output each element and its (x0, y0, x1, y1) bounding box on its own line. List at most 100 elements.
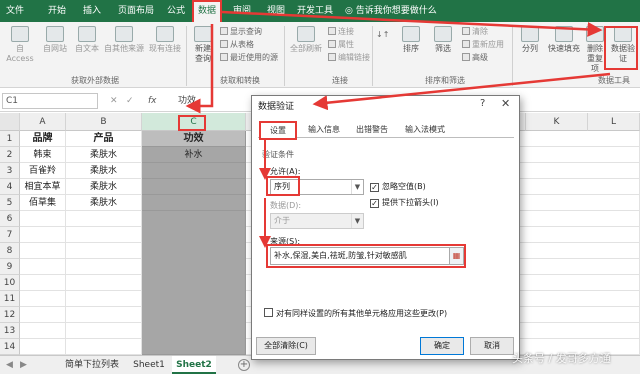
ribbon-tab-bar: 文件 开始 插入 页面布局 公式 数据 审阅 视图 开发工具 ◎ 告诉我你想要做… (0, 0, 640, 22)
select-all-corner[interactable] (0, 113, 20, 131)
from-table-button[interactable]: 从表格 (220, 40, 254, 50)
cell-a4[interactable]: 相宜本草 (20, 179, 66, 195)
cell-a5[interactable]: 佰草集 (20, 195, 66, 211)
column-header-b[interactable]: B (66, 113, 142, 131)
sheet-tab-simple-dropdown[interactable]: 简单下拉列表 (58, 356, 126, 374)
clear-all-button[interactable]: 全部清除(C) (256, 337, 316, 355)
row-header[interactable]: 10 (0, 275, 20, 291)
flash-fill-button[interactable]: 快速填充 (544, 26, 584, 54)
row-header[interactable]: 3 (0, 163, 20, 179)
existing-connections-button[interactable]: 现有连接 (146, 26, 184, 54)
edit-links-button[interactable]: 编辑链接 (328, 53, 370, 63)
cell-b2[interactable]: 柔肤水 (66, 147, 142, 163)
close-icon[interactable]: ✕ (501, 97, 510, 110)
cell-c2[interactable]: 补水 (142, 147, 246, 163)
new-query-button[interactable]: 新建 查询 (190, 26, 216, 64)
column-header-l[interactable]: L (588, 113, 640, 131)
row-header[interactable]: 5 (0, 195, 20, 211)
tab-home[interactable]: 开始 (42, 0, 72, 22)
cancel-button[interactable]: 取消 (470, 337, 514, 355)
tab-file[interactable]: 文件 (0, 0, 30, 22)
empty-cells[interactable] (20, 211, 66, 355)
cell-b5[interactable]: 柔肤水 (66, 195, 142, 211)
tab-error-alert[interactable]: 出错警告 (350, 122, 394, 138)
recent-sources-button[interactable]: 最近使用的源 (220, 53, 278, 63)
tell-me-text: 告诉我你想要做什么 (355, 6, 437, 16)
row-header[interactable]: 4 (0, 179, 20, 195)
row-header[interactable]: 11 (0, 291, 20, 307)
empty-cells[interactable] (66, 211, 142, 355)
column-header-k[interactable]: K (526, 113, 588, 131)
from-other-button[interactable]: 自其他来源 (104, 26, 144, 54)
sort-button[interactable]: 排序 (398, 26, 424, 54)
name-box[interactable]: C1 (2, 93, 98, 109)
formula-input[interactable]: 功效 (178, 93, 196, 109)
add-sheet-button[interactable]: + (238, 359, 250, 371)
from-text-button[interactable]: 自文本 (72, 26, 102, 54)
row-header[interactable]: 1 (0, 131, 20, 147)
row-header[interactable]: 12 (0, 307, 20, 323)
column-c-selection[interactable] (142, 211, 246, 355)
in-cell-dropdown-checkbox[interactable]: ✓ 提供下拉箭头(I) (370, 197, 439, 208)
sheet-tab-sheet2[interactable]: Sheet2 (172, 356, 216, 374)
cell-c5[interactable] (142, 195, 246, 211)
ignore-blank-checkbox[interactable]: ✓ 忽略空值(B) (370, 181, 426, 192)
chevron-down-icon: ▼ (351, 214, 363, 228)
link-icon (328, 27, 336, 35)
group-divider (186, 26, 187, 86)
cell-c1[interactable]: 功效 (142, 131, 246, 147)
cell-a3[interactable]: 百雀羚 (20, 163, 66, 179)
cell-c4[interactable] (142, 179, 246, 195)
tab-formulas[interactable]: 公式 (162, 0, 190, 22)
advanced-filter-button[interactable]: 高级 (462, 53, 488, 63)
properties-icon (328, 40, 336, 48)
column-header-a[interactable]: A (20, 113, 66, 131)
from-web-button[interactable]: 自网站 (40, 26, 70, 54)
row-header[interactable]: 14 (0, 339, 20, 355)
row-header[interactable]: 6 (0, 211, 20, 227)
sheet-tab-sheet1[interactable]: Sheet1 (130, 356, 168, 374)
show-queries-button[interactable]: 显示查询 (220, 27, 262, 37)
tab-ime-mode[interactable]: 输入法模式 (398, 122, 452, 138)
cell-b3[interactable]: 柔肤水 (66, 163, 142, 179)
properties-button[interactable]: 属性 (328, 40, 354, 50)
cancel-icon[interactable]: ✕ (110, 93, 118, 109)
remove-duplicates-button[interactable]: 删除 重复项 (584, 26, 606, 74)
row-header[interactable]: 9 (0, 259, 20, 275)
access-icon (11, 26, 29, 42)
cell-b4[interactable]: 柔肤水 (66, 179, 142, 195)
tell-me-box[interactable]: ◎ 告诉我你想要做什么 (345, 0, 437, 22)
refresh-all-button[interactable]: 全部刷新 (288, 26, 324, 54)
connections-button[interactable]: 连接 (328, 27, 354, 37)
tab-developer[interactable]: 开发工具 (294, 0, 336, 22)
next-sheet-icon[interactable]: ▶ (20, 356, 27, 374)
tab-data[interactable]: 数据 (192, 0, 222, 22)
apply-all-checkbox[interactable]: 对有同样设置的所有其他单元格应用这些更改(P) (264, 308, 447, 319)
tab-review[interactable]: 审阅 (228, 0, 256, 22)
sort-icon (402, 26, 420, 42)
clear-filter-button[interactable]: 清除 (462, 27, 488, 37)
row-header[interactable]: 7 (0, 227, 20, 243)
tab-page-layout[interactable]: 页面布局 (112, 0, 160, 22)
ok-button[interactable]: 确定 (420, 337, 464, 355)
help-icon[interactable]: ? (480, 98, 485, 109)
sort-asc-button[interactable]: ↓↑ (376, 30, 389, 40)
from-access-button[interactable]: 自 Access (2, 26, 38, 64)
row-header[interactable]: 2 (0, 147, 20, 163)
filter-button[interactable]: 筛选 (430, 26, 456, 54)
row-header[interactable]: 8 (0, 243, 20, 259)
tab-input-message[interactable]: 输入信息 (302, 122, 346, 138)
reapply-button[interactable]: 重新应用 (462, 40, 504, 50)
row-header[interactable]: 13 (0, 323, 20, 339)
split-icon (521, 26, 539, 42)
cell-c3[interactable] (142, 163, 246, 179)
cell-a2[interactable]: 韩束 (20, 147, 66, 163)
tab-view[interactable]: 视图 (262, 0, 290, 22)
text-to-columns-button[interactable]: 分列 (518, 26, 542, 54)
enter-icon[interactable]: ✓ (126, 93, 134, 109)
prev-sheet-icon[interactable]: ◀ (6, 356, 13, 374)
cell-a1[interactable]: 品牌 (20, 131, 66, 147)
cell-b1[interactable]: 产品 (66, 131, 142, 147)
insert-function-button[interactable]: fx (148, 93, 166, 109)
tab-insert[interactable]: 插入 (78, 0, 106, 22)
